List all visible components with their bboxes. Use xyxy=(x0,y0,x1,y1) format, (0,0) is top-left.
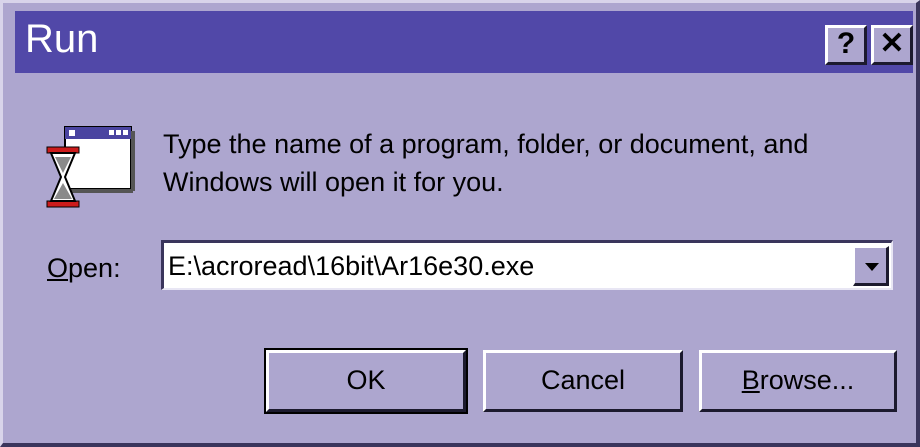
run-program-icon xyxy=(46,126,135,208)
instruction-line-1: Type the name of a program, folder, or d… xyxy=(163,129,809,159)
open-combobox[interactable]: E:\acroread\16bit\Ar16e30.exe xyxy=(161,240,893,290)
open-label-rest: pen: xyxy=(68,253,121,283)
cancel-button[interactable]: Cancel xyxy=(483,350,683,412)
question-mark-icon: ? xyxy=(836,27,856,60)
browse-mnemonic: B xyxy=(741,365,760,395)
open-input[interactable]: E:\acroread\16bit\Ar16e30.exe xyxy=(168,251,534,282)
dropdown-button[interactable] xyxy=(853,246,889,286)
title-bar[interactable]: Run ? ✕ xyxy=(15,11,913,73)
run-dialog: Run ? ✕ Type the name of a program, fold… xyxy=(0,0,920,447)
browse-label-rest: rowse... xyxy=(759,365,855,395)
close-button[interactable]: ✕ xyxy=(871,25,913,65)
ok-button[interactable]: OK xyxy=(264,348,468,414)
instruction-line-2: Windows will open it for you. xyxy=(163,167,504,197)
chevron-down-icon xyxy=(865,263,879,271)
open-label-mnemonic: O xyxy=(47,253,69,283)
help-button[interactable]: ? xyxy=(825,25,867,65)
instruction-text: Type the name of a program, folder, or d… xyxy=(163,125,808,201)
browse-button[interactable]: Browse... xyxy=(699,350,897,412)
close-icon: ✕ xyxy=(879,27,905,60)
window-title: Run xyxy=(25,17,99,61)
open-label: Open: xyxy=(47,253,121,284)
